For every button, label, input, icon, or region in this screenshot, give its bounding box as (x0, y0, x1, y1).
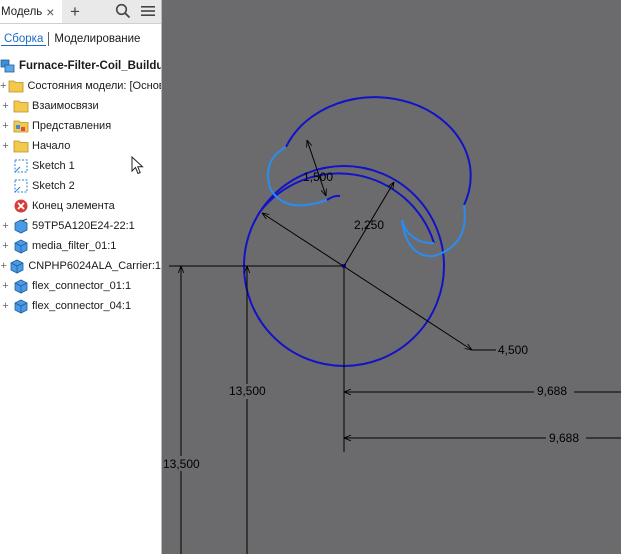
tree-item[interactable]: +Конец элемента (0, 196, 161, 216)
expand-icon[interactable]: + (0, 260, 7, 272)
tree-item-label: CNPHP6024ALA_Carrier:1 (28, 260, 161, 272)
sketch-canvas[interactable]: 4,500 2,250 1,500 9,688 9,688 13,500 13,… (162, 0, 621, 554)
dim-horiz-2[interactable]: 9,688 (549, 431, 579, 445)
tree-item[interactable]: + Состояния модели: [Основной] (0, 76, 161, 96)
folder-icon (13, 138, 29, 154)
graphics-viewport[interactable]: 4,500 2,250 1,500 9,688 9,688 13,500 13,… (162, 0, 621, 554)
part-icon (13, 238, 29, 254)
menu-icon[interactable] (139, 2, 157, 20)
subtab-divider (48, 32, 50, 46)
model-tree: + Состояния модели: [Основной] + Взаимосвяз… (0, 76, 161, 316)
tree-item-label: Представления (32, 120, 112, 132)
part-link-icon (13, 218, 29, 234)
tree-item[interactable]: + media_filter_01:1 (0, 236, 161, 256)
tab-assembly[interactable]: Сборка (1, 33, 47, 46)
tree-item[interactable]: + flex_connector_01:1 (0, 276, 161, 296)
tree-item-label: Состояния модели: [Основной] (27, 80, 161, 92)
end-of-part-icon (13, 198, 29, 214)
expand-icon[interactable]: + (0, 80, 6, 92)
tree-item-label: Начало (32, 140, 71, 152)
tab-modeling[interactable]: Моделирование (51, 33, 143, 45)
dim-inner-gap[interactable]: 1,500 (303, 170, 333, 184)
part-icon (13, 278, 29, 294)
folder-icon (8, 78, 24, 94)
tree-item[interactable]: +Sketch 2 (0, 176, 161, 196)
part-icon (13, 298, 29, 314)
tab-model[interactable]: Модель × (0, 0, 62, 23)
tree-item[interactable]: + flex_connector_04:1 (0, 296, 161, 316)
expand-icon[interactable]: + (0, 100, 11, 112)
sketch-arc-outer[interactable] (285, 96, 472, 206)
representations-folder-icon (13, 118, 29, 134)
tree-item[interactable]: + Представления (0, 116, 161, 136)
tree-item[interactable]: + Взаимосвязи (0, 96, 161, 116)
expand-icon[interactable]: + (0, 140, 11, 152)
expand-icon[interactable]: + (0, 300, 11, 312)
panel-tab-bar: Модель × + (0, 0, 161, 24)
sketch-icon (13, 178, 29, 194)
dim-vert-2[interactable]: 13,500 (163, 457, 200, 471)
expand-icon[interactable]: + (0, 220, 11, 232)
tree-item-label: media_filter_01:1 (32, 240, 117, 252)
expand-icon[interactable]: + (0, 120, 11, 132)
model-browser-panel: Модель × + Сборка Моделирование Furnace-… (0, 0, 162, 554)
tree-item-label: Конец элемента (32, 200, 115, 212)
tree-item-label: flex_connector_04:1 (32, 300, 132, 312)
assembly-icon (0, 58, 16, 74)
dim-vert-1[interactable]: 13,500 (229, 384, 266, 398)
tree-item-label: Взаимосвязи (32, 100, 99, 112)
part-icon (9, 258, 25, 274)
expand-icon[interactable]: + (0, 280, 11, 292)
tree-item[interactable]: + Начало (0, 136, 161, 156)
sketch-arc-small-join[interactable] (326, 194, 341, 201)
folder-icon (13, 98, 29, 114)
tree-item-label: Sketch 1 (32, 160, 75, 172)
mouse-cursor-icon (131, 155, 145, 179)
add-tab-glyph: + (70, 1, 80, 21)
tree-root-assembly[interactable]: Furnace-Filter-Coil_Buildup (0, 57, 161, 75)
tree-item-label: 59TP5A120E24-22:1 (32, 220, 135, 232)
sketch-arc-outer-end[interactable] (401, 204, 466, 258)
browser-mode-tabs: Сборка Моделирование (0, 29, 161, 49)
dim-outer-radius[interactable]: 4,500 (498, 343, 528, 357)
tree-item-label: flex_connector_01:1 (32, 280, 132, 292)
tree-item[interactable]: + CNPHP6024ALA_Carrier:1 (0, 256, 161, 276)
dim-horiz-1[interactable]: 9,688 (537, 384, 567, 398)
expand-icon[interactable]: + (0, 240, 11, 252)
sketch-icon (13, 158, 29, 174)
tab-model-label: Модель (1, 5, 43, 18)
search-icon[interactable] (114, 2, 132, 20)
tree-item[interactable]: +59TP5A120E24-22:1 (0, 216, 161, 236)
tree-item-label: Sketch 2 (32, 180, 75, 192)
dim-line-outer-radius[interactable] (262, 213, 472, 350)
add-tab-icon[interactable]: + (66, 2, 84, 20)
tree-root-label: Furnace-Filter-Coil_Buildup (19, 60, 162, 72)
dim-middle-radius[interactable]: 2,250 (354, 218, 384, 232)
close-icon[interactable]: × (46, 5, 54, 19)
